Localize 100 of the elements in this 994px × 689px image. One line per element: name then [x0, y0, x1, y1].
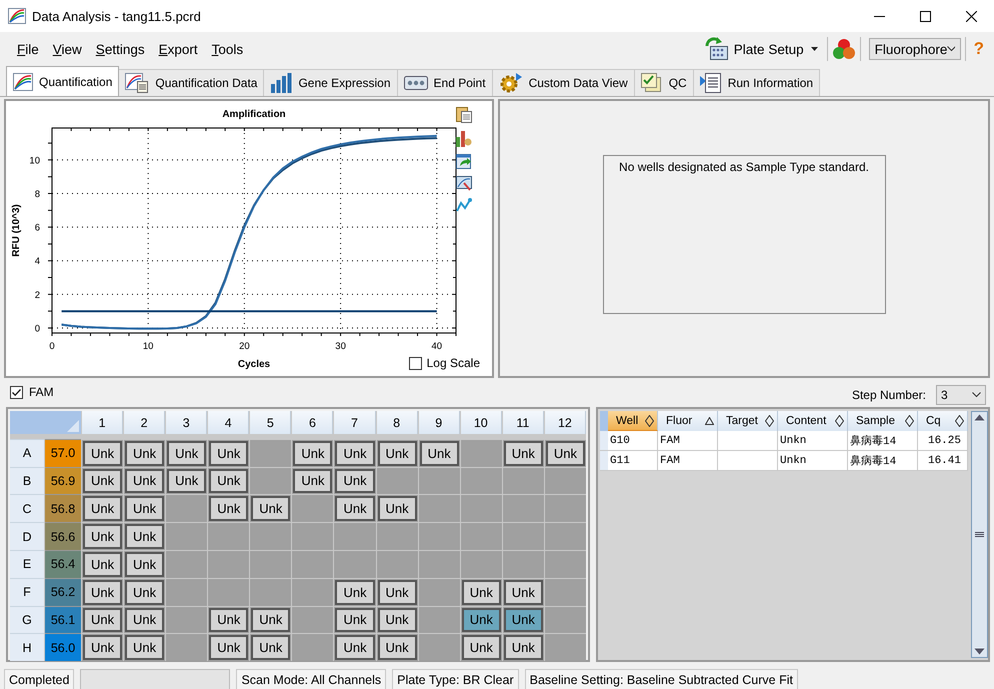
well[interactable]: Unk: [293, 440, 332, 466]
column-header[interactable]: 10: [460, 411, 502, 434]
export-icon[interactable]: [456, 153, 472, 169]
well[interactable]: Unk: [378, 440, 417, 466]
well[interactable]: Unk: [125, 496, 164, 522]
scroll-down-icon[interactable]: [974, 648, 985, 655]
well[interactable]: Unk: [378, 635, 417, 660]
column-header[interactable]: Cq: [918, 411, 968, 431]
tab[interactable]: Gene Expression: [263, 69, 398, 96]
scroll-up-icon[interactable]: [974, 414, 985, 421]
column-header[interactable]: 1: [82, 411, 124, 434]
row-header[interactable]: F: [10, 578, 44, 606]
colored-balls-icon[interactable]: [832, 38, 856, 60]
row-header[interactable]: D: [10, 522, 44, 550]
well[interactable]: Unk: [335, 608, 375, 632]
well[interactable]: Unk: [83, 580, 122, 605]
well[interactable]: Unk: [378, 496, 417, 522]
menu-item[interactable]: Settings: [88, 40, 152, 58]
column-header[interactable]: Fluor: [658, 411, 718, 431]
log-scale-checkbox[interactable]: [408, 356, 422, 370]
scrollbar[interactable]: [971, 411, 988, 658]
plate-refresh-icon[interactable]: [704, 37, 730, 61]
clipboard-icon[interactable]: [456, 105, 472, 123]
column-header[interactable]: 2: [124, 411, 166, 434]
menu-item[interactable]: File: [10, 40, 46, 58]
row-selector[interactable]: [600, 451, 608, 471]
well[interactable]: Unk: [83, 468, 122, 494]
well[interactable]: Unk: [293, 468, 332, 494]
well[interactable]: Unk: [125, 552, 164, 577]
well[interactable]: Unk: [83, 635, 122, 660]
well[interactable]: Unk: [125, 468, 164, 494]
menu-item[interactable]: View: [46, 40, 89, 58]
well[interactable]: Unk: [462, 608, 501, 632]
chart-settings-icon[interactable]: [456, 129, 472, 147]
line-graph-icon[interactable]: [456, 197, 472, 213]
well[interactable]: Unk: [125, 524, 164, 549]
well[interactable]: Unk: [83, 552, 122, 577]
column-header[interactable]: 9: [418, 411, 460, 434]
well[interactable]: Unk: [462, 580, 501, 605]
well[interactable]: Unk: [504, 440, 543, 466]
step-number-dropdown[interactable]: 3: [936, 385, 986, 405]
column-header[interactable]: Content: [778, 411, 848, 431]
well[interactable]: Unk: [209, 496, 248, 522]
column-header[interactable]: 11: [502, 411, 544, 434]
well[interactable]: Unk: [335, 440, 375, 466]
row-header[interactable]: H: [10, 633, 44, 662]
well[interactable]: Unk: [251, 496, 290, 522]
well[interactable]: Unk: [83, 608, 122, 632]
plate-corner[interactable]: [10, 411, 81, 434]
row-selector[interactable]: [600, 431, 608, 451]
menu-item[interactable]: Tools: [204, 40, 250, 58]
tab[interactable]: Run Information: [692, 69, 820, 96]
column-header[interactable]: Target: [718, 411, 778, 431]
column-header[interactable]: 8: [376, 411, 418, 434]
well[interactable]: Unk: [335, 496, 375, 522]
well[interactable]: Unk: [83, 440, 122, 466]
well[interactable]: Unk: [504, 608, 543, 632]
well[interactable]: Unk: [125, 635, 164, 660]
well[interactable]: Unk: [378, 580, 417, 605]
well[interactable]: Unk: [420, 440, 459, 466]
well[interactable]: Unk: [546, 440, 585, 466]
close-icon[interactable]: [966, 10, 976, 22]
column-header[interactable]: Sample: [848, 411, 918, 431]
column-header[interactable]: 3: [166, 411, 208, 434]
fam-checkbox[interactable]: [10, 386, 23, 398]
well[interactable]: Unk: [335, 468, 375, 494]
well[interactable]: Unk: [209, 440, 248, 466]
chart-edit-icon[interactable]: [456, 175, 472, 191]
row-header[interactable]: A: [10, 438, 44, 467]
well[interactable]: Unk: [335, 580, 375, 605]
grip-icon[interactable]: [975, 532, 984, 538]
row-header[interactable]: C: [10, 494, 44, 522]
well[interactable]: Unk: [251, 608, 290, 632]
well[interactable]: Unk: [378, 608, 417, 632]
well[interactable]: Unk: [209, 608, 248, 632]
well[interactable]: Unk: [504, 635, 543, 660]
well[interactable]: Unk: [125, 440, 164, 466]
well[interactable]: Unk: [209, 635, 248, 660]
column-header[interactable]: 4: [208, 411, 250, 434]
well[interactable]: Unk: [167, 440, 206, 466]
fluorophore-dropdown[interactable]: Fluorophore: [868, 38, 961, 60]
row-header[interactable]: B: [10, 466, 44, 494]
well[interactable]: Unk: [504, 580, 543, 605]
row-header[interactable]: E: [10, 550, 44, 578]
row-header[interactable]: G: [10, 606, 44, 634]
tab[interactable]: Custom Data View: [492, 69, 635, 96]
well[interactable]: Unk: [335, 635, 375, 660]
well[interactable]: Unk: [83, 496, 122, 522]
well[interactable]: Unk: [83, 524, 122, 549]
menu-item[interactable]: Export: [152, 40, 205, 58]
tab[interactable]: End Point: [396, 69, 493, 96]
maximize-icon[interactable]: [920, 10, 930, 22]
well[interactable]: Unk: [167, 468, 206, 494]
column-header[interactable]: Well: [608, 411, 658, 431]
well[interactable]: Unk: [462, 635, 501, 660]
column-header[interactable]: 6: [292, 411, 334, 434]
tab[interactable]: QC: [634, 69, 694, 96]
column-header[interactable]: 5: [250, 411, 292, 434]
column-header[interactable]: 7: [334, 411, 376, 434]
well[interactable]: Unk: [209, 468, 248, 494]
